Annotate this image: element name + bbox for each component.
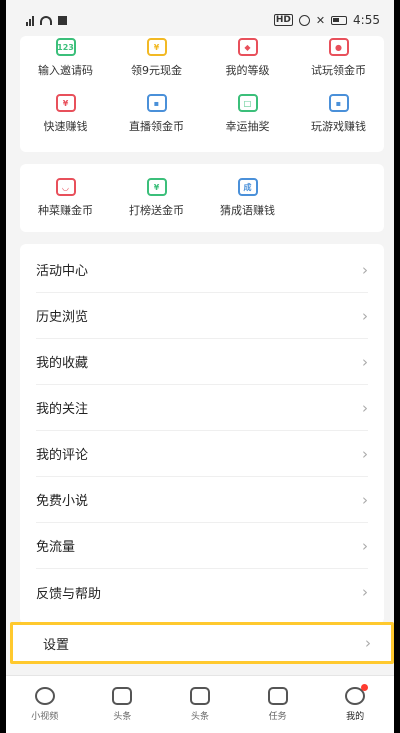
- battery-icon: [331, 15, 348, 25]
- chevron-right-icon: ›: [362, 398, 368, 417]
- grid-item-label: 直播领金币: [129, 120, 184, 133]
- money-bag-icon: ¥: [55, 94, 76, 112]
- menu-item[interactable]: 我的关注 ›: [36, 385, 368, 431]
- bottom-tab-bar: 小视频 头条 头条 任务 我的: [6, 675, 394, 733]
- menu-item[interactable]: 活动中心 ›: [36, 247, 368, 293]
- menu-item[interactable]: 我的收藏 ›: [36, 339, 368, 385]
- ranking-icon: ¥: [146, 178, 167, 196]
- grid-item-label: 玩游戏赚钱: [311, 120, 366, 133]
- chevron-right-icon: ›: [362, 306, 368, 325]
- lottery-icon: □: [237, 94, 258, 112]
- clock: 4:55: [353, 13, 380, 27]
- grid-item-label: 快速赚钱: [43, 120, 88, 133]
- grid-item[interactable]: 成猜成语赚钱: [202, 178, 293, 218]
- chevron-right-icon: ›: [362, 352, 368, 371]
- chevron-right-icon: ›: [362, 583, 368, 601]
- task-calendar-icon: [267, 687, 288, 705]
- menu-item-label: 免流量: [36, 540, 76, 555]
- chevron-right-icon: ›: [362, 490, 368, 509]
- chevron-right-icon: ›: [362, 444, 368, 463]
- menu-item-label: 我的评论: [36, 448, 89, 463]
- grid-item[interactable]: ◆ 我的等级: [202, 38, 293, 78]
- signal-icon: [26, 15, 34, 26]
- mute-icon: ✕: [315, 13, 326, 27]
- grid-item-label: 种菜赚金币: [38, 204, 93, 217]
- plant-icon: ◡: [55, 178, 76, 196]
- screen: HD ✕ 4:55 123 输入邀请码 ¥ 领9元现金 ◆ 我的等级 ● 试玩领金币 ¥ 快速赚…: [6, 0, 394, 733]
- idiom-icon: 成: [237, 178, 258, 196]
- settings-item[interactable]: 设置 ›: [10, 622, 394, 664]
- tab-video-play[interactable]: 小视频: [6, 676, 84, 733]
- video-play-icon: [34, 687, 55, 705]
- tab-task-calendar[interactable]: 任务: [239, 676, 317, 733]
- grid-item-label: 输入邀请码: [38, 64, 93, 77]
- grid-item[interactable]: ¥ 领9元现金: [111, 38, 202, 78]
- grid-item[interactable]: ▪ 玩游戏赚钱: [293, 94, 384, 134]
- grid-item[interactable]: ¥ 快速赚钱: [20, 94, 111, 134]
- menu-item-label: 历史浏览: [36, 310, 89, 325]
- news-icon: [112, 687, 133, 705]
- grid-item[interactable]: ▪ 直播领金币: [111, 94, 202, 134]
- alarm-icon: [298, 14, 310, 26]
- menu-item[interactable]: 免费小说 ›: [36, 477, 368, 523]
- grid-item[interactable]: ◡ 种菜赚金币: [20, 178, 111, 218]
- coin-tasks-card: ◡ 种菜赚金币 ¥ 打榜送金币 成猜成语赚钱: [20, 164, 384, 232]
- invite-code-icon: 123: [55, 38, 76, 56]
- coin-tasks-row: ◡ 种菜赚金币 ¥ 打榜送金币 成猜成语赚钱: [20, 178, 384, 218]
- gamepad-icon: ▪: [328, 94, 349, 112]
- level-diamond-icon: ◆: [237, 38, 258, 56]
- grid-item[interactable]: ● 试玩领金币: [293, 38, 384, 78]
- grid-item-label: 猜成语赚钱: [220, 204, 275, 217]
- tab-play[interactable]: 头条: [161, 676, 239, 733]
- menu-item[interactable]: 免流量 ›: [36, 523, 368, 569]
- tab-label: 任务: [268, 712, 287, 722]
- feature-grid-card: 123 输入邀请码 ¥ 领9元现金 ◆ 我的等级 ● 试玩领金币 ¥ 快速赚钱 ▪ 直播领金币 □ 幸运…: [20, 36, 384, 167]
- menu-item[interactable]: 历史浏览 ›: [36, 293, 368, 339]
- grid-item-label: 领9元现金: [131, 64, 182, 77]
- play-icon: [189, 687, 210, 705]
- menu-item-label: 我的关注: [36, 402, 89, 417]
- hd-icon: HD: [273, 14, 293, 26]
- status-right: HD ✕ 4:55: [273, 13, 380, 27]
- tab-label: 头条: [113, 712, 132, 722]
- live-tv-icon: ▪: [146, 94, 167, 112]
- menu-item-label: 反馈与帮助: [36, 586, 102, 602]
- menu-item-label: 活动中心: [36, 264, 89, 279]
- status-left: [26, 15, 67, 26]
- feature-grid-row-2: ¥ 快速赚钱 ▪ 直播领金币 □ 幸运抽奖 ▪ 玩游戏赚钱: [20, 94, 384, 134]
- tab-label: 我的: [346, 712, 365, 722]
- menu-item[interactable]: 我的评论 ›: [36, 431, 368, 477]
- robot-icon: ●: [328, 38, 349, 56]
- grid-item[interactable]: □ 幸运抽奖: [202, 94, 293, 134]
- wifi-icon: [40, 15, 52, 25]
- chevron-right-icon: ›: [362, 536, 368, 555]
- menu-list: 活动中心 › 历史浏览 › 我的收藏 › 我的关注 › 我的评论 › 免费小说 › 免流量 › 反馈与帮助 ›: [20, 244, 384, 624]
- grid-item-label: 试玩领金币: [311, 64, 366, 77]
- status-bar: HD ✕ 4:55: [6, 0, 394, 40]
- grid-item-label: 我的等级: [225, 64, 270, 77]
- tab-profile[interactable]: 我的: [316, 676, 394, 733]
- notification-icon: [58, 15, 67, 25]
- menu-item-label: 免费小说: [36, 494, 89, 509]
- menu-item[interactable]: 反馈与帮助 ›: [36, 569, 368, 615]
- grid-item[interactable]: ¥ 打榜送金币: [111, 178, 202, 218]
- menu-item-label: 我的收藏: [36, 356, 89, 371]
- notification-badge: [360, 684, 368, 691]
- settings-label: 设置: [43, 637, 70, 653]
- grid-item-label: 幸运抽奖: [225, 120, 270, 133]
- cash-heart-icon: ¥: [146, 38, 167, 56]
- tab-label: 小视频: [31, 712, 59, 722]
- feature-grid-row-1: 123 输入邀请码 ¥ 领9元现金 ◆ 我的等级 ● 试玩领金币: [20, 38, 384, 78]
- tab-news[interactable]: 头条: [84, 676, 162, 733]
- grid-item[interactable]: 123 输入邀请码: [20, 38, 111, 78]
- tab-label: 头条: [190, 712, 209, 722]
- chevron-right-icon: ›: [362, 260, 368, 279]
- chevron-right-icon: ›: [365, 634, 371, 652]
- grid-item-label: 打榜送金币: [129, 204, 184, 217]
